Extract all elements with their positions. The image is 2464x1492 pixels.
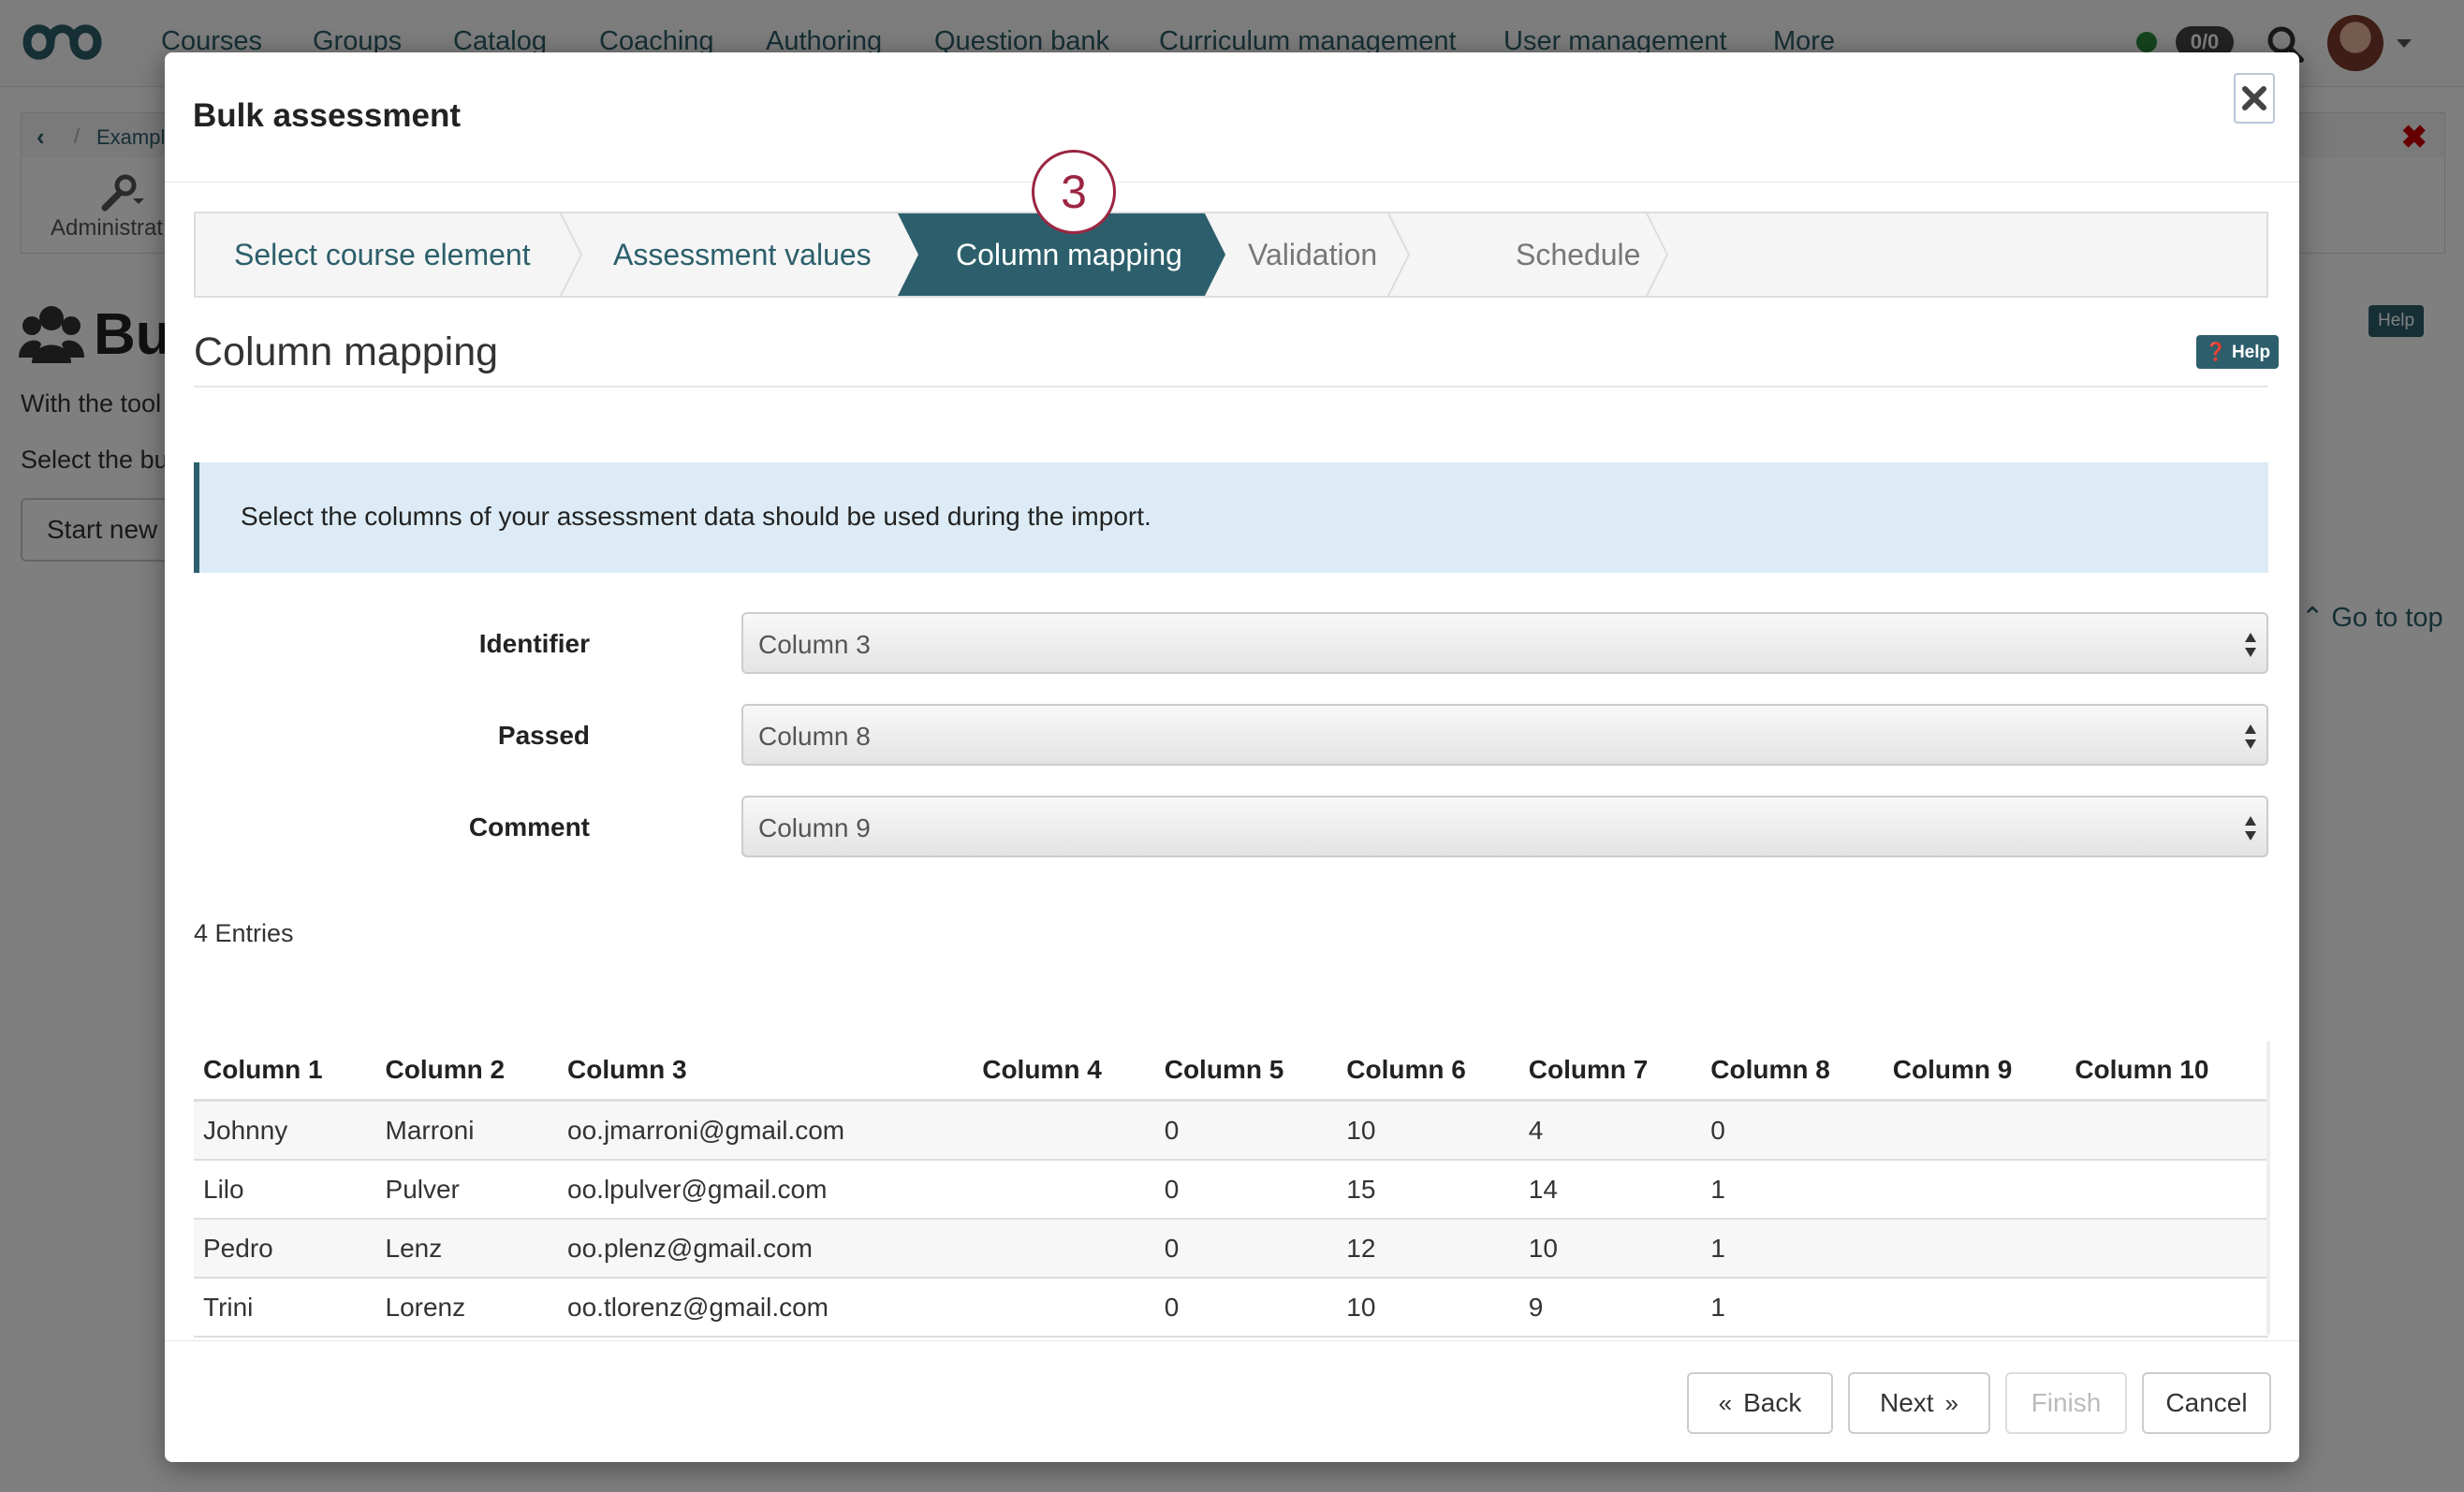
column-header: Column 8 [1701,1041,1884,1102]
table-cell: oo.jmarroni@gmail.com [558,1100,974,1161]
passed-select[interactable]: Column 8 [741,704,2268,766]
table-cell: 14 [1518,1160,1702,1220]
table-cell: oo.tlorenz@gmail.com [558,1278,974,1338]
table-cell [1883,1160,2066,1220]
column-header: Column 2 [375,1041,559,1102]
select-arrows-icon [2245,816,2256,841]
double-chevron-left-icon: « [1718,1388,1733,1417]
identifier-label: Identifier [478,629,590,658]
table-cell: Lorenz [375,1278,559,1338]
section-title: Column mapping [194,329,499,374]
table-cell [2065,1278,2268,1338]
table-cell: 0 [1154,1219,1338,1279]
table-cell: Lenz [375,1219,559,1279]
table-cell: Pedro [194,1219,376,1279]
next-button-label: Next [1879,1388,1934,1417]
wizard-step-select-course-element[interactable]: Select course element [234,238,531,272]
dialog-title: Bulk assessment [193,97,461,134]
table-cell: Pulver [375,1160,559,1220]
identifier-select[interactable]: Column 3 [741,612,2268,674]
wizard-steps: Select course element Assessment values … [194,212,2268,298]
current-step-number: 3 [1032,150,1116,234]
question-circle-icon: ❓ [2205,343,2227,362]
table-cell: 1 [1701,1160,1884,1220]
table-cell: 0 [1154,1278,1338,1338]
table-row: Lilo Pulver oo.lpulver@gmail.com 0 15 14 1 [194,1160,2268,1220]
section-divider [194,386,2268,388]
table-cell [973,1160,1155,1220]
column-header: Column 5 [1154,1041,1338,1102]
table-cell [1883,1100,2066,1161]
table-cell: 10 [1518,1219,1702,1279]
table-cell [973,1100,1155,1161]
select-arrows-icon [2245,633,2256,657]
next-button[interactable]: Next » [1848,1372,1990,1434]
table-cell: 1 [1701,1278,1884,1338]
table-row: Pedro Lenz oo.plenz@gmail.com 0 12 10 1 [194,1219,2268,1279]
table-cell: Lilo [194,1160,376,1220]
identifier-select-value: Column 3 [758,630,871,659]
table-cell: oo.plenz@gmail.com [558,1219,974,1279]
passed-label: Passed [497,721,590,750]
comment-select-value: Column 9 [758,813,871,842]
column-header: Column 7 [1518,1041,1702,1102]
column-header: Column 3 [558,1041,974,1102]
table-cell: 1 [1701,1219,1884,1279]
dialog-header: Bulk assessment [165,52,2299,183]
wizard-step-schedule: Schedule [1516,238,1641,271]
close-icon [2242,86,2266,110]
finish-button: Finish [2005,1372,2127,1434]
table-cell [2065,1219,2268,1279]
table-cell: Trini [194,1278,376,1338]
table-cell: Marroni [375,1100,559,1161]
table-scroll-edge [2266,1041,2270,1335]
table-cell [2065,1100,2268,1161]
info-message: Select the columns of your assessment da… [194,462,2268,573]
column-header: Column 6 [1337,1041,1519,1102]
double-chevron-right-icon: » [1944,1388,1959,1417]
table-cell [1883,1219,2066,1279]
table-cell [973,1219,1155,1279]
info-message-text: Select the columns of your assessment da… [241,502,1151,531]
table-cell: Johnny [194,1100,376,1161]
table-cell: 0 [1154,1100,1338,1161]
entries-count: 4 Entries [194,919,294,947]
table-cell [2065,1160,2268,1220]
passed-select-value: Column 8 [758,722,871,751]
wizard-step-validation: Validation [1248,238,1378,271]
column-header: Column 1 [194,1041,376,1102]
back-button[interactable]: « Back [1687,1372,1833,1434]
table-row: Trini Lorenz oo.tlorenz@gmail.com 0 10 9 1 [194,1278,2268,1338]
table-row: Johnny Marroni oo.jmarroni@gmail.com 0 10 4 0 [194,1100,2268,1161]
help-label: Help [2231,343,2271,362]
help-button[interactable]: ❓ Help [2196,335,2280,369]
bulk-assessment-dialog: Bulk assessment Select course element As… [165,52,2299,1462]
comment-label: Comment [468,812,590,841]
table-cell: 10 [1337,1100,1519,1161]
cancel-button[interactable]: Cancel [2142,1372,2271,1434]
comment-select[interactable]: Column 9 [741,796,2268,857]
table-cell: 12 [1337,1219,1519,1279]
wizard-step-assessment-values[interactable]: Assessment values [613,238,872,272]
table-cell: 0 [1701,1100,1884,1161]
table-cell: 9 [1518,1278,1702,1338]
table-cell: 15 [1337,1160,1519,1220]
dialog-footer-divider [165,1340,2299,1341]
table-cell: 0 [1154,1160,1338,1220]
table-cell: oo.lpulver@gmail.com [558,1160,974,1220]
table-header-row: Column 1 Column 2 Column 3 Column 4 Column 5… [194,1041,2268,1102]
table-cell [1883,1278,2066,1338]
column-header: Column 4 [973,1041,1155,1102]
preview-table: Column 1 Column 2 Column 3 Column 4 Column 5… [194,1041,2268,1338]
wizard-step-column-mapping[interactable]: Column mapping [956,238,1182,272]
table-cell: 10 [1337,1278,1519,1338]
back-button-label: Back [1743,1388,1802,1417]
column-header: Column 10 [2065,1041,2268,1102]
table-cell [973,1278,1155,1338]
select-arrows-icon [2245,724,2256,749]
close-dialog-button[interactable] [2234,73,2275,124]
column-header: Column 9 [1883,1041,2066,1102]
table-cell: 4 [1518,1100,1702,1161]
